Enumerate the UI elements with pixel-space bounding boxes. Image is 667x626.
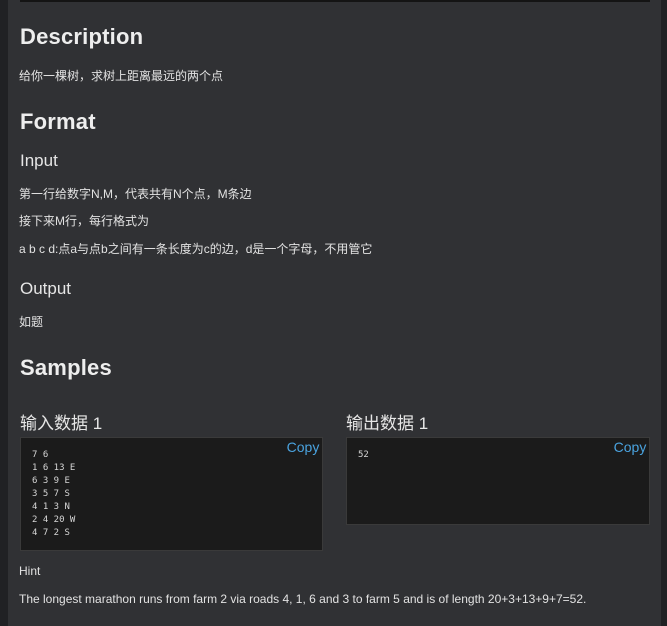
top-divider [20,0,650,2]
output-heading: Output [20,279,72,298]
sample-input-code: 7 6 1 6 13 E 6 3 9 E 3 5 7 S 4 1 3 N 2 4… [32,450,76,538]
description-heading: Description [20,24,144,49]
sample-output-code: 52 [358,450,369,460]
description-text: 给你一棵树，求树上距离最远的两个点 [19,69,224,83]
sample-input-title: 输入数据 1 [20,414,103,433]
input-line-3: a b c d:点a与点b之间有一条长度为c的边，d是一个字母，不用管它 [19,242,373,256]
copy-output-button[interactable]: Copy [611,438,649,457]
input-heading: Input [20,151,58,170]
format-heading: Format [20,109,96,134]
input-line-2: 接下来M行，每行格式为 [19,214,149,228]
input-line-1: 第一行给数字N,M，代表共有N个点，M条边 [19,187,252,201]
hint-heading: Hint [19,564,41,578]
sample-output-box: 52 Copy [346,437,650,525]
hint-text: The longest marathon runs from farm 2 vi… [19,592,587,606]
copy-input-button[interactable]: Copy [284,438,322,457]
samples-heading: Samples [20,355,112,380]
sample-input-box: 7 6 1 6 13 E 6 3 9 E 3 5 7 S 4 1 3 N 2 4… [20,437,323,551]
output-text: 如题 [19,315,44,329]
sample-output-title: 输出数据 1 [346,414,429,433]
